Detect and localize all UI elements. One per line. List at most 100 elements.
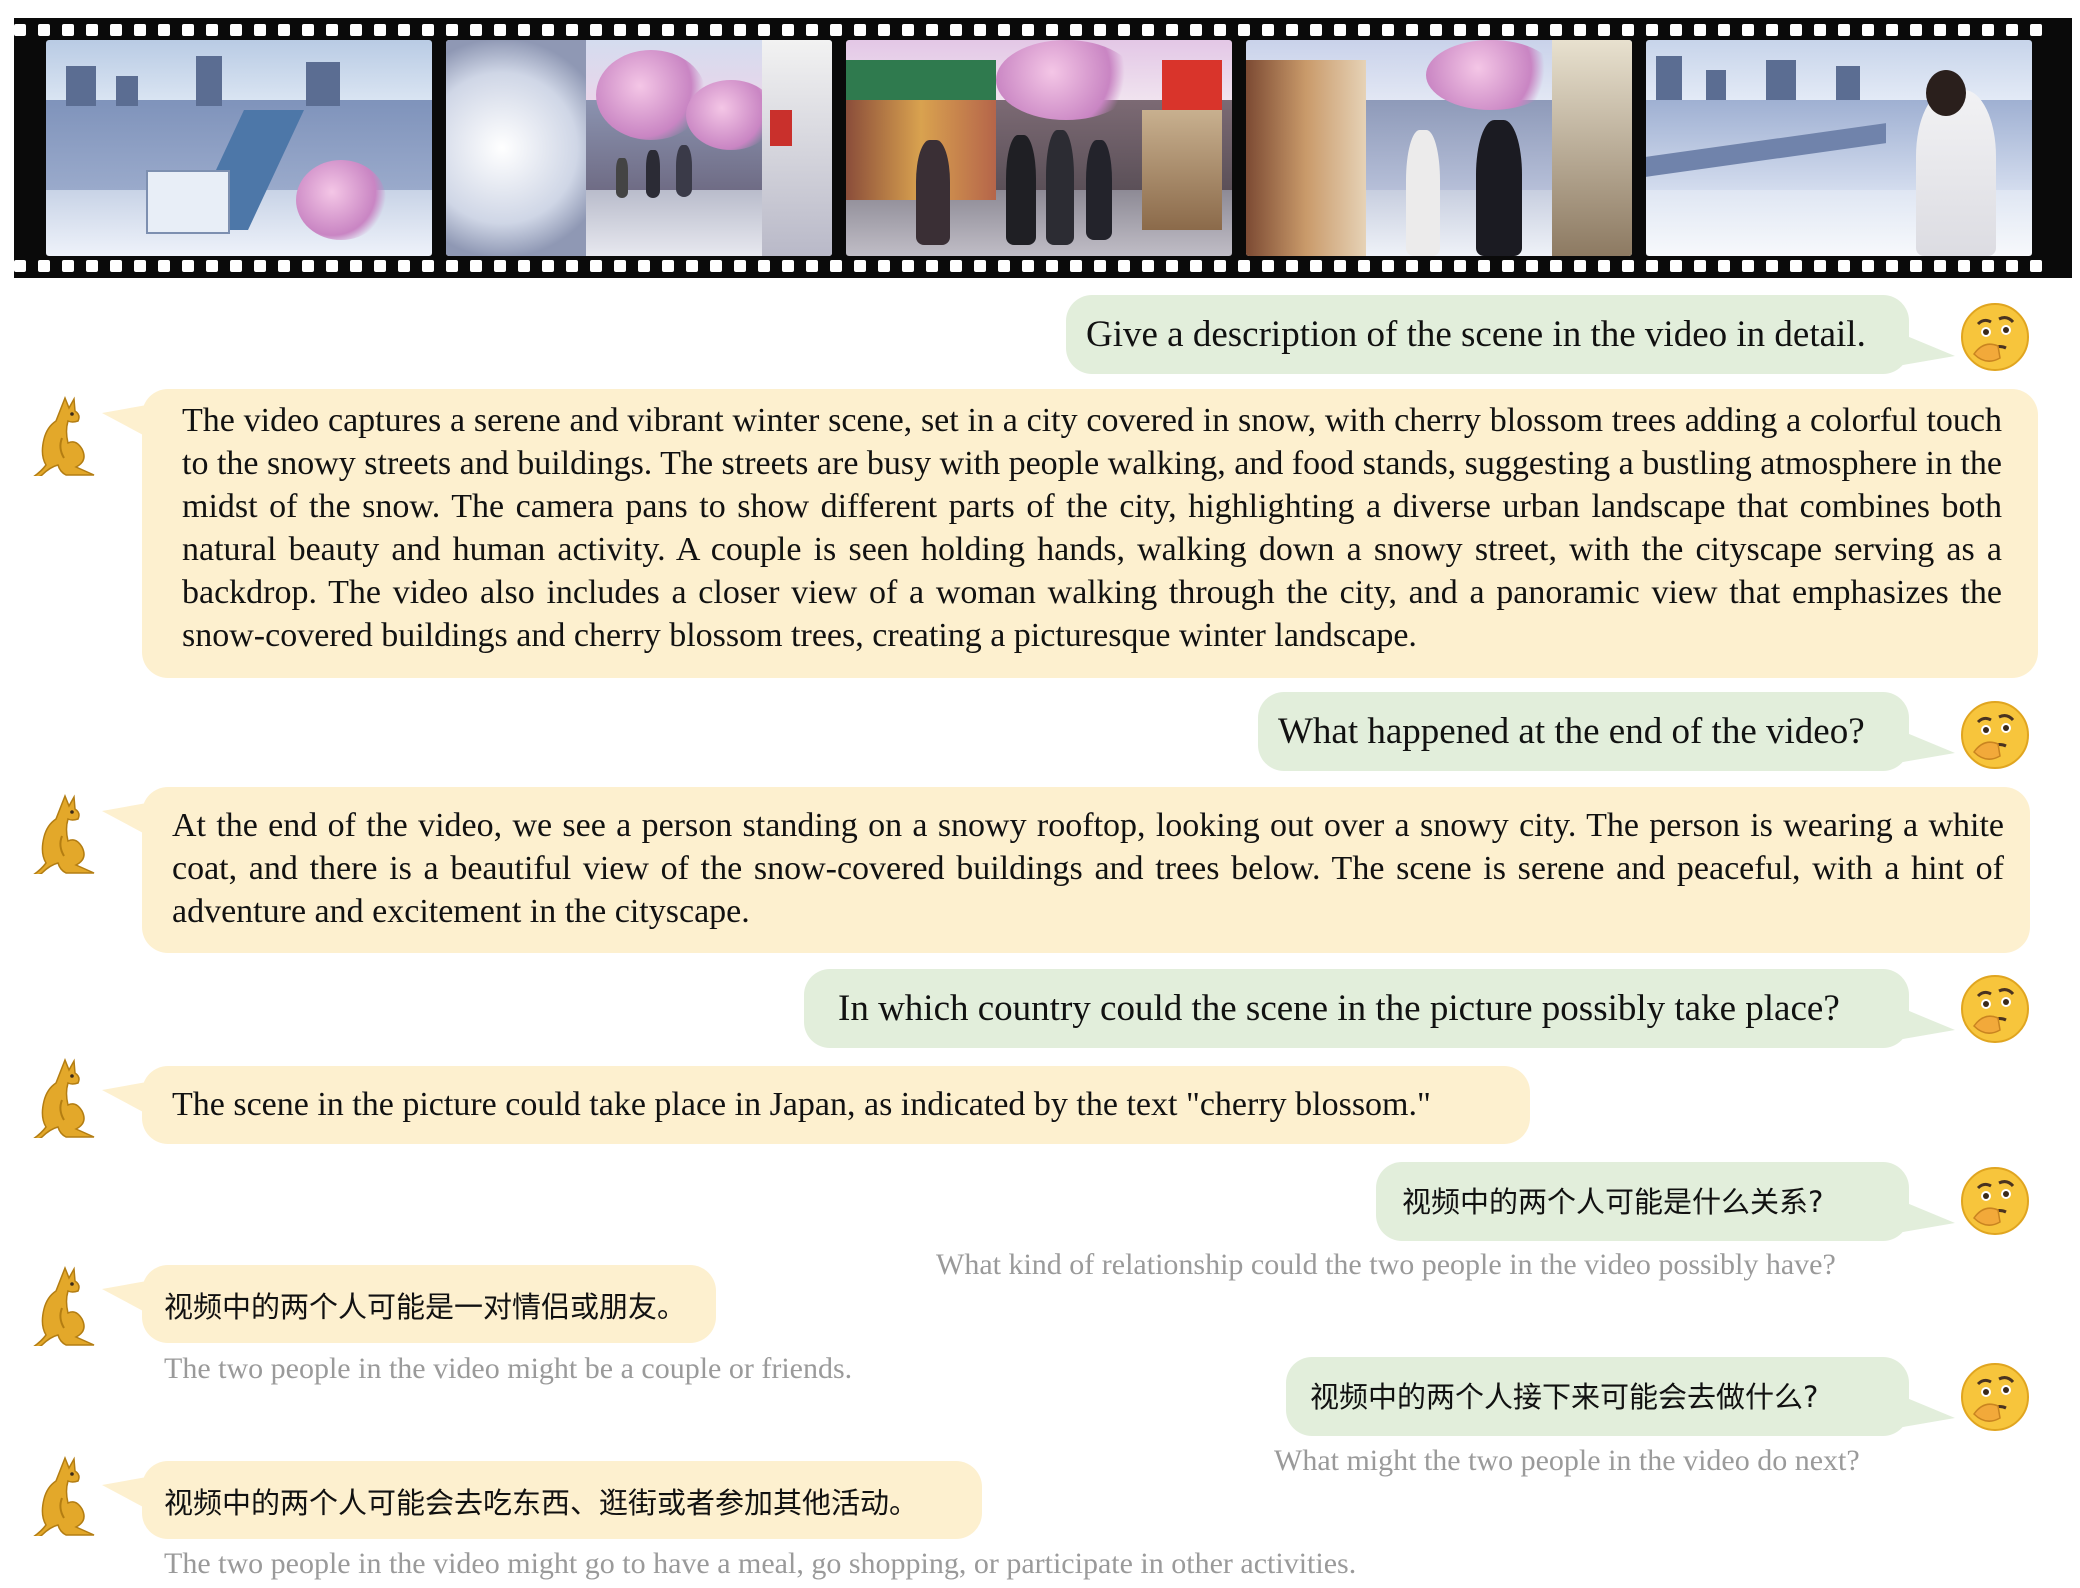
sprocket-hole: [1742, 24, 1754, 36]
sprocket-hole: [254, 260, 266, 272]
kangaroo-icon: [33, 793, 95, 874]
sprocket-hole: [662, 24, 674, 36]
answer-text-1: The video captures a serene and vibrant …: [182, 402, 2002, 654]
sprocket-hole: [2030, 260, 2042, 272]
sprocket-hole: [1646, 260, 1658, 272]
sprocket-hole: [1838, 260, 1850, 272]
sprocket-hole: [14, 24, 26, 36]
sprocket-hole: [638, 260, 650, 272]
sprocket-hole: [1766, 24, 1778, 36]
sprocket-hole: [542, 24, 554, 36]
sprocket-hole: [1694, 24, 1706, 36]
sprocket-hole: [1070, 260, 1082, 272]
sprocket-hole: [1958, 260, 1970, 272]
sprocket-hole: [350, 24, 362, 36]
sprocket-hole: [974, 24, 986, 36]
sprocket-hole: [1142, 260, 1154, 272]
answer-text-3: The scene in the picture could take plac…: [172, 1086, 1431, 1123]
sprocket-hole: [806, 24, 818, 36]
sprocket-hole: [1142, 24, 1154, 36]
sprocket-hole: [158, 24, 170, 36]
sprocket-hole: [494, 24, 506, 36]
sprocket-hole: [1694, 260, 1706, 272]
sprocket-hole: [1310, 24, 1322, 36]
sprocket-hole: [1430, 260, 1442, 272]
video-frame-4: [1246, 40, 1632, 256]
sprocket-hole: [1262, 260, 1274, 272]
sprocket-hole: [14, 260, 26, 272]
sprocket-hole: [518, 24, 530, 36]
question-bubble-4: 视频中的两个人可能是什么关系?: [1376, 1162, 1955, 1241]
sprocket-hole: [1910, 260, 1922, 272]
sprocket-hole: [926, 260, 938, 272]
sprocket-hole: [638, 24, 650, 36]
sprocket-hole: [830, 260, 842, 272]
thinking-face-icon: [1961, 303, 2029, 371]
sprocket-hole: [206, 260, 218, 272]
sprocket-hole: [374, 24, 386, 36]
kangaroo-icon: [33, 1057, 95, 1138]
sprocket-hole: [2006, 24, 2018, 36]
sprocket-hole: [1046, 24, 1058, 36]
sprocket-hole: [254, 24, 266, 36]
sprocket-hole: [350, 260, 362, 272]
sprocket-hole: [734, 24, 746, 36]
sprocket-hole: [998, 24, 1010, 36]
question-text-1: Give a description of the scene in the v…: [1086, 313, 1866, 355]
sprocket-hole: [1406, 24, 1418, 36]
sprocket-hole: [1358, 260, 1370, 272]
sprocket-hole: [1454, 260, 1466, 272]
sprocket-hole: [1766, 260, 1778, 272]
sprocket-hole: [86, 24, 98, 36]
sprocket-hole: [1214, 260, 1226, 272]
sprocket-hole: [2030, 24, 2042, 36]
sprocket-hole: [1166, 260, 1178, 272]
sprocket-hole: [542, 260, 554, 272]
sprocket-hole: [38, 260, 50, 272]
sprocket-hole: [398, 24, 410, 36]
sprocket-hole: [1646, 24, 1658, 36]
sprocket-hole: [950, 260, 962, 272]
sprocket-hole: [1238, 24, 1250, 36]
question-text-4: 视频中的两个人可能是什么关系?: [1402, 1184, 1824, 1219]
sprocket-hole: [710, 24, 722, 36]
sprocket-hole: [686, 260, 698, 272]
sprocket-hole: [1094, 24, 1106, 36]
sprocket-hole: [1742, 260, 1754, 272]
sprocket-hole: [1286, 24, 1298, 36]
sprocket-hole: [278, 260, 290, 272]
question-bubble-2: What happened at the end of the video?: [1258, 692, 1955, 771]
question-text-3: In which country could the scene in the …: [838, 987, 1840, 1029]
answer-bubble-5: 视频中的两个人可能会去吃东西、逛街或者参加其他活动。: [102, 1461, 982, 1539]
sprocket-hole: [62, 24, 74, 36]
sprocket-hole: [614, 260, 626, 272]
sprocket-hole: [1358, 24, 1370, 36]
sprocket-hole: [1886, 24, 1898, 36]
sprocket-hole: [182, 260, 194, 272]
video-frame-3: [846, 40, 1232, 256]
sprocket-hole: [1910, 24, 1922, 36]
sprocket-hole: [662, 260, 674, 272]
sprocket-hole: [758, 24, 770, 36]
question-translation-5: What might the two people in the video d…: [1274, 1444, 1860, 1477]
sprocket-hole: [1622, 260, 1634, 272]
sprocket-hole: [134, 260, 146, 272]
sprocket-hole: [590, 260, 602, 272]
sprocket-hole: [878, 260, 890, 272]
sprocket-hole: [1814, 260, 1826, 272]
sprocket-hole: [1934, 260, 1946, 272]
sprocket-hole: [734, 260, 746, 272]
question-text-5: 视频中的两个人接下来可能会去做什么?: [1310, 1379, 1819, 1414]
sprocket-hole: [854, 260, 866, 272]
sprocket-hole: [1190, 24, 1202, 36]
sprocket-hole: [470, 260, 482, 272]
sprocket-hole: [1862, 24, 1874, 36]
sprocket-hole: [302, 260, 314, 272]
sprocket-hole: [1934, 24, 1946, 36]
sprocket-hole: [1550, 260, 1562, 272]
sprocket-hole: [1526, 260, 1538, 272]
sprocket-hole: [1334, 24, 1346, 36]
sprocket-hole: [1382, 24, 1394, 36]
sprocket-hole: [1118, 24, 1130, 36]
sprocket-hole: [1478, 24, 1490, 36]
